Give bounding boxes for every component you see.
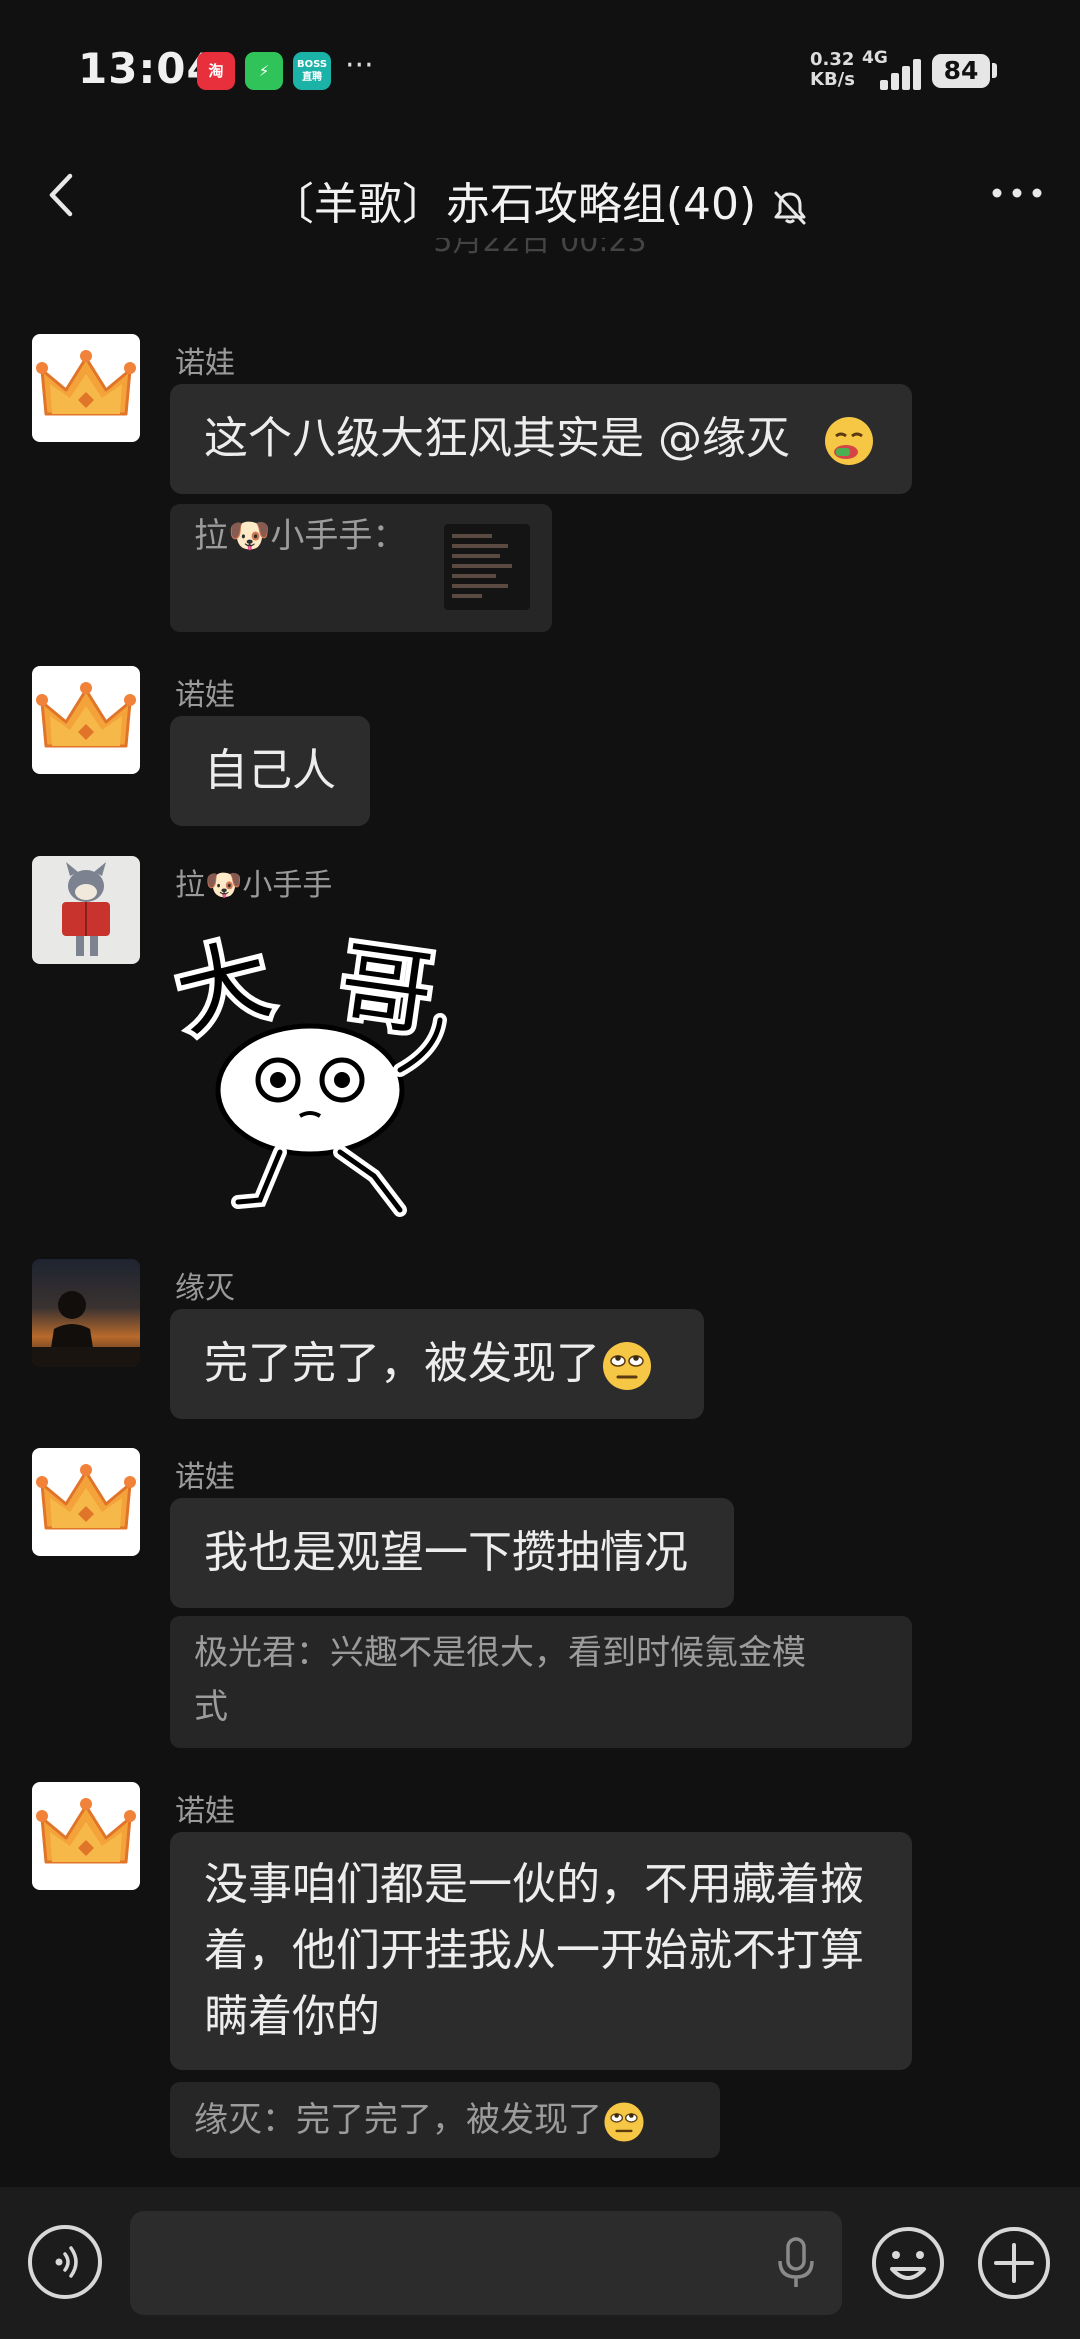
quote-line: 极光君：兴趣不是很大，看到时候氪金模 bbox=[194, 1633, 806, 1673]
more-options-icon[interactable] bbox=[990, 178, 1044, 208]
tom-cat-avatar[interactable] bbox=[32, 856, 140, 964]
message-bubble[interactable]: 完了完了，被发现了 bbox=[170, 1309, 704, 1419]
sunset-silhouette-avatar[interactable] bbox=[32, 1259, 140, 1367]
message-text: 完了完了，被发现了 bbox=[204, 1338, 600, 1389]
sneaky-face-emoji bbox=[825, 417, 873, 465]
clock: 13:04 bbox=[78, 44, 217, 93]
battery-icon: 84 bbox=[932, 54, 990, 88]
quoted-reply[interactable]: 拉🐶小手手： bbox=[170, 504, 552, 632]
message-bubble[interactable]: 这个八级大狂风其实是 @缘灭 bbox=[170, 384, 912, 494]
screenshot-thumbnail[interactable] bbox=[444, 524, 530, 610]
sender-name: 诺娃 bbox=[175, 1794, 235, 1829]
crown-avatar[interactable] bbox=[32, 1448, 140, 1556]
message-text: 自己人 bbox=[204, 745, 336, 796]
sticker[interactable]: 大 大 哥 哥 bbox=[160, 900, 500, 1230]
status-bar: 13:04 淘 ⚡ BOSS 直聘 ··· 0.32 KB/s 4G 84 bbox=[0, 0, 1080, 140]
eye-roll-emoji bbox=[604, 2101, 644, 2142]
group-title[interactable]: 〔羊歌〕赤石攻略组(40) bbox=[0, 168, 1080, 232]
crown-icon bbox=[36, 350, 136, 416]
sender-name: 诺娃 bbox=[175, 678, 235, 713]
crown-icon bbox=[36, 1464, 136, 1530]
crown-icon bbox=[36, 1798, 136, 1864]
quoted-reply[interactable]: 极光君：兴趣不是很大，看到时候氪金模 式 bbox=[170, 1616, 912, 1748]
crown-avatar[interactable] bbox=[32, 1782, 140, 1890]
voice-waves-icon bbox=[55, 2246, 78, 2278]
crown-avatar[interactable] bbox=[32, 666, 140, 774]
emoji-smile-icon[interactable] bbox=[870, 2225, 946, 2301]
message-bubble[interactable]: 没事咱们都是一伙的，不用藏着掖 着，他们开挂我从一开始就不打算 瞒着你的 bbox=[170, 1832, 912, 2070]
sender-name: 诺娃 bbox=[175, 1460, 235, 1495]
crown-avatar[interactable] bbox=[32, 334, 140, 442]
timestamp-peek: 5月22日 00:23 bbox=[433, 238, 647, 259]
battery-tip bbox=[992, 63, 997, 78]
sticker-caption-1-fill: 大 bbox=[166, 925, 281, 1051]
net-speed-unit: KB/s bbox=[810, 69, 855, 90]
mute-bell-icon bbox=[774, 191, 806, 225]
group-title-text: 〔羊歌〕赤石攻略组(40) bbox=[269, 179, 757, 230]
message-input[interactable] bbox=[130, 2211, 842, 2315]
sender-name: 诺娃 bbox=[175, 346, 235, 381]
net-speed: 0.32 KB/s bbox=[810, 50, 855, 90]
sender-name: 拉🐶小手手 bbox=[175, 868, 333, 903]
chat-header: 〔羊歌〕赤石攻略组(40) bbox=[0, 140, 1080, 250]
taobao-app-icon: 淘 bbox=[197, 52, 235, 90]
input-bar bbox=[0, 2187, 1080, 2339]
message-bubble[interactable]: 我也是观望一下攒抽情况 bbox=[170, 1498, 734, 1608]
message-text: 我也是观望一下攒抽情况 bbox=[204, 1527, 688, 1578]
shield-app-icon: ⚡ bbox=[245, 52, 283, 90]
quote-text: 缘灭：完了完了，被发现了 bbox=[194, 2100, 602, 2140]
message-line: 瞒着你的 bbox=[204, 1991, 380, 2042]
tom-cat-icon bbox=[62, 862, 110, 956]
message-text: 这个八级大狂风其实是 @缘灭 bbox=[204, 413, 790, 464]
silhouette-icon bbox=[32, 1291, 140, 1367]
eye-roll-emoji bbox=[603, 1342, 651, 1390]
microphone-icon[interactable] bbox=[774, 2235, 818, 2291]
message-line: 没事咱们都是一伙的，不用藏着掖 bbox=[204, 1859, 864, 1910]
big-brother-sticker: 大 大 哥 哥 bbox=[161, 920, 447, 1217]
message-line: 着，他们开挂我从一开始就不打算 bbox=[204, 1925, 864, 1976]
quote-line: 式 bbox=[194, 1687, 228, 1727]
quoted-reply[interactable]: 缘灭：完了完了，被发现了 bbox=[170, 2082, 720, 2158]
net-speed-value: 0.32 bbox=[810, 49, 855, 70]
voice-toggle-icon[interactable] bbox=[28, 2225, 102, 2299]
more-notifications-icon: ··· bbox=[345, 48, 374, 83]
plus-icon[interactable] bbox=[976, 2225, 1052, 2301]
message-bubble[interactable]: 自己人 bbox=[170, 716, 370, 826]
quote-author: 拉🐶小手手： bbox=[194, 516, 407, 556]
crown-icon bbox=[36, 682, 136, 748]
boss-app-icon: BOSS 直聘 bbox=[293, 52, 331, 90]
sender-name: 缘灭 bbox=[175, 1271, 235, 1306]
